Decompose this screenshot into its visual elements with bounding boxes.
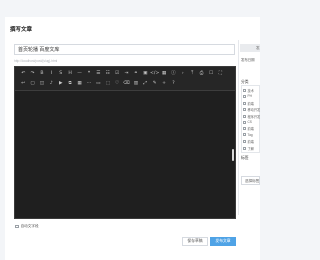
category-item[interactable]: Tag <box>243 133 253 137</box>
category-item[interactable]: 技术 <box>243 88 254 93</box>
category-label: 移动开发 <box>247 108 261 113</box>
category-item[interactable]: 前端 <box>243 139 254 144</box>
code-icon[interactable]: </> <box>150 70 159 78</box>
strikethrough-icon[interactable]: S <box>57 70 65 78</box>
help-icon[interactable]: ? <box>169 80 177 88</box>
category-checkbox[interactable] <box>243 140 246 144</box>
grid-icon[interactable]: ▦ <box>75 80 83 88</box>
horizontal-rule-icon[interactable]: — <box>75 70 83 78</box>
editor-resize-handle[interactable] <box>232 149 234 161</box>
redo-icon[interactable]: ↷ <box>28 70 36 78</box>
category-checkbox[interactable] <box>243 108 246 112</box>
category-checkbox[interactable] <box>243 94 246 98</box>
category-label: 前端 <box>247 101 254 106</box>
bold-icon[interactable]: B <box>38 70 46 78</box>
category-item[interactable]: 移动开发 <box>243 107 260 112</box>
calendar-icon[interactable]: ▢ <box>28 80 36 88</box>
url-hint: http://localhost/post/{slug}.html <box>14 59 58 63</box>
toolbar-row-2: ↩ ▢ ◫ ♪ ▶ ⧉ ▦ ⋯ ▭ ⬚ ♡ ⌫ ▥ ⤢ ✎ +? <box>19 80 178 88</box>
square-icon[interactable]: ☐ <box>207 70 215 78</box>
checklist-icon[interactable]: ☑ <box>113 70 121 78</box>
markdown-editor[interactable]: ↶ ↷ B I S H — ❝ ☰ ☷ ☑ ⇥ ⚭ ▣ </> ▦ ⓘ › ⤒ ⎙ ☐ ⛶ ↩ ▢ ◫ ♪ ▶ ⧉ ▦ ⋯ ▭ ⬚ ♡ ⌫ ▥ ⤢ ✎… <box>14 66 236 219</box>
heading-icon[interactable]: H <box>66 70 74 78</box>
category-checkbox[interactable] <box>243 120 246 124</box>
category-label: CS <box>247 120 252 124</box>
category-label: 了解 <box>247 146 254 151</box>
pen-icon[interactable]: ✎ <box>150 80 158 88</box>
post-title-input[interactable]: 首页轮播 百度文库 <box>14 44 235 55</box>
category-item[interactable]: 了解 <box>243 146 254 151</box>
category-item[interactable]: PH <box>243 94 252 98</box>
sidebar-publish-button[interactable]: 发布 <box>240 44 260 52</box>
expand-icon[interactable]: ⤢ <box>141 80 149 88</box>
toolbar-row-1: ↶ ↷ B I S H — ❝ ☰ ☷ ☑ ⇥ ⚭ ▣ </> ▦ ⓘ › ⤒ ⎙ ☐ ⛶ <box>19 70 225 78</box>
plus-icon[interactable]: + <box>160 80 168 88</box>
autosave-option[interactable]: 自动文字段 <box>15 224 39 229</box>
select-tags-button[interactable]: 选择标签 <box>241 176 260 185</box>
printer-icon[interactable]: ⎙ <box>197 70 205 78</box>
category-label: 技术 <box>247 89 254 93</box>
category-checkbox[interactable] <box>243 127 246 131</box>
category-label: 前端 <box>247 127 254 132</box>
video-icon[interactable]: ▶ <box>57 80 65 88</box>
ordered-list-icon[interactable]: ☷ <box>104 70 112 78</box>
category-checkbox[interactable] <box>243 146 246 150</box>
image-icon[interactable]: ▣ <box>141 70 149 78</box>
music-icon[interactable]: ♪ <box>47 80 55 88</box>
upload-icon[interactable]: ⤒ <box>188 70 196 78</box>
unordered-list-icon[interactable]: ☰ <box>94 70 102 78</box>
sidebar-divider <box>238 40 239 215</box>
blockquote-icon[interactable]: ❝ <box>85 70 93 78</box>
table-icon[interactable]: ▦ <box>160 70 168 78</box>
category-item[interactable]: 前端 <box>243 126 254 131</box>
editor-toolbar: ↶ ↷ B I S H — ❝ ☰ ☷ ☑ ⇥ ⚭ ▣ </> ▦ ⓘ › ⤒ ⎙ ☐ ⛶ ↩ ▢ ◫ ♪ ▶ ⧉ ▦ ⋯ ▭ ⬚ ♡ ⌫ ▥ ⤢ ✎… <box>15 67 235 91</box>
top-bar <box>0 0 260 15</box>
info-icon[interactable]: ⓘ <box>169 70 177 78</box>
dash-icon[interactable]: ⋯ <box>85 80 93 88</box>
category-checkbox[interactable] <box>243 114 246 118</box>
heart-icon[interactable]: ♡ <box>113 80 121 88</box>
attachment-icon[interactable]: ⧉ <box>66 80 74 88</box>
autosave-checkbox[interactable] <box>15 224 19 229</box>
save-draft-button[interactable]: 保存草稿 <box>182 237 208 246</box>
chevron-right-icon[interactable]: › <box>179 70 187 78</box>
link-icon[interactable]: ⚭ <box>132 70 140 78</box>
italic-icon[interactable]: I <box>47 70 55 78</box>
publish-button[interactable]: 发布文章 <box>210 237 236 246</box>
tags-heading: 标签 <box>241 156 249 160</box>
fullscreen-icon[interactable]: ⛶ <box>216 70 224 78</box>
frame-icon[interactable]: ⬚ <box>104 80 112 88</box>
indent-icon[interactable]: ⇥ <box>122 70 130 78</box>
picture-icon[interactable]: ◫ <box>38 80 46 88</box>
undo-icon[interactable]: ↶ <box>19 70 27 78</box>
category-item[interactable]: 前端 <box>243 101 254 106</box>
category-item[interactable]: 程序开发 <box>243 114 260 119</box>
category-item[interactable]: CS <box>243 120 252 124</box>
autosave-label: 自动文字段 <box>20 224 39 228</box>
category-label: Tag <box>247 132 253 137</box>
eraser-icon[interactable]: ⌫ <box>122 80 130 88</box>
publish-date-label: 发布日期 <box>241 58 255 62</box>
category-label: 前端 <box>247 140 254 145</box>
undo-alt-icon[interactable]: ↩ <box>19 80 27 88</box>
page-title: 撰写文章 <box>10 27 33 33</box>
category-checkbox[interactable] <box>243 133 246 137</box>
layout-icon[interactable]: ▭ <box>94 80 102 88</box>
category-label: PH <box>247 94 252 99</box>
category-checkbox[interactable] <box>243 101 246 105</box>
category-checkbox[interactable] <box>243 89 246 92</box>
category-label: 程序开发 <box>247 114 261 119</box>
columns-icon[interactable]: ▥ <box>132 80 140 88</box>
